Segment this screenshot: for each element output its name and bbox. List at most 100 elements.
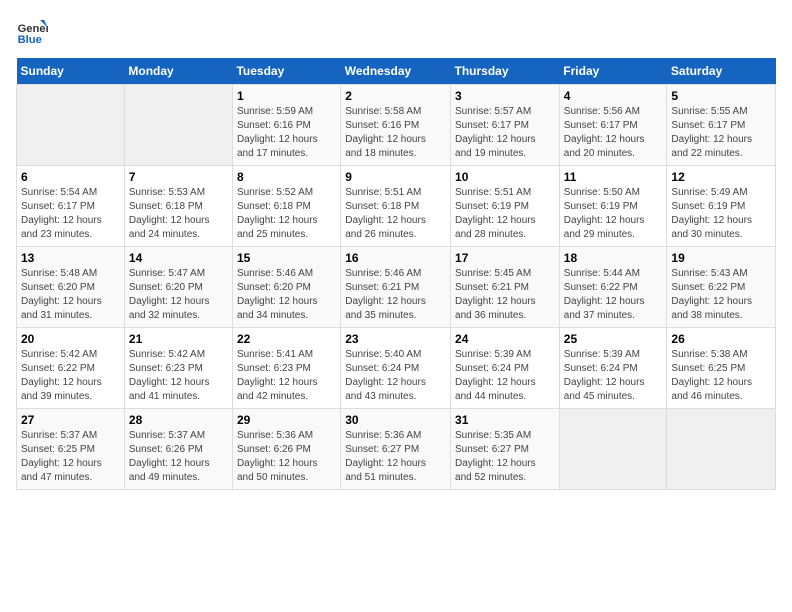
day-detail: Sunrise: 5:41 AM Sunset: 6:23 PM Dayligh… bbox=[237, 348, 336, 404]
day-detail: Sunrise: 5:37 AM Sunset: 6:26 PM Dayligh… bbox=[129, 429, 228, 485]
day-detail: Sunrise: 5:49 AM Sunset: 6:19 PM Dayligh… bbox=[671, 186, 771, 242]
calendar-cell: 26 Sunrise: 5:38 AM Sunset: 6:25 PM Dayli… bbox=[667, 328, 776, 409]
calendar-cell: 7 Sunrise: 5:53 AM Sunset: 6:18 PM Daylig… bbox=[124, 166, 232, 247]
calendar-cell: 11Sunrise: 5:50 AM Sunset: 6:19 PM Dayli… bbox=[559, 166, 667, 247]
day-number: 12 bbox=[671, 170, 771, 184]
calendar-cell: 25Sunrise: 5:39 AM Sunset: 6:24 PM Dayli… bbox=[559, 328, 667, 409]
day-number: 5 bbox=[671, 89, 771, 103]
calendar-week-2: 6 Sunrise: 5:54 AM Sunset: 6:17 PM Daylig… bbox=[17, 166, 776, 247]
calendar-cell: 15 Sunrise: 5:46 AM Sunset: 6:20 PM Dayli… bbox=[232, 247, 340, 328]
day-detail: Sunrise: 5:54 AM Sunset: 6:17 PM Dayligh… bbox=[21, 186, 120, 242]
svg-text:Blue: Blue bbox=[18, 34, 42, 46]
day-number: 20 bbox=[21, 332, 120, 346]
weekday-header-sunday: Sunday bbox=[17, 58, 125, 85]
day-number: 4 bbox=[564, 89, 663, 103]
calendar-cell: 14 Sunrise: 5:47 AM Sunset: 6:20 PM Dayli… bbox=[124, 247, 232, 328]
day-number: 1 bbox=[237, 89, 336, 103]
day-detail: Sunrise: 5:53 AM Sunset: 6:18 PM Dayligh… bbox=[129, 186, 228, 242]
calendar-cell: 10 Sunrise: 5:51 AM Sunset: 6:19 PM Dayli… bbox=[451, 166, 560, 247]
day-number: 27 bbox=[21, 413, 120, 427]
day-detail: Sunrise: 5:35 AM Sunset: 6:27 PM Dayligh… bbox=[455, 429, 555, 485]
day-detail: Sunrise: 5:48 AM Sunset: 6:20 PM Dayligh… bbox=[21, 267, 120, 323]
calendar-cell: 19 Sunrise: 5:43 AM Sunset: 6:22 PM Dayli… bbox=[667, 247, 776, 328]
calendar-cell: 3 Sunrise: 5:57 AM Sunset: 6:17 PM Daylig… bbox=[451, 85, 560, 166]
weekday-header-friday: Friday bbox=[559, 58, 667, 85]
day-detail: Sunrise: 5:36 AM Sunset: 6:27 PM Dayligh… bbox=[345, 429, 446, 485]
day-detail: Sunrise: 5:52 AM Sunset: 6:18 PM Dayligh… bbox=[237, 186, 336, 242]
calendar-cell: 21 Sunrise: 5:42 AM Sunset: 6:23 PM Dayli… bbox=[124, 328, 232, 409]
weekday-header-tuesday: Tuesday bbox=[232, 58, 340, 85]
calendar-cell: 6 Sunrise: 5:54 AM Sunset: 6:17 PM Daylig… bbox=[17, 166, 125, 247]
day-number: 14 bbox=[129, 251, 228, 265]
calendar-header-row: SundayMondayTuesdayWednesdayThursdayFrid… bbox=[17, 58, 776, 85]
calendar-week-1: 1 Sunrise: 5:59 AM Sunset: 6:16 PM Daylig… bbox=[17, 85, 776, 166]
calendar-cell: 28Sunrise: 5:37 AM Sunset: 6:26 PM Dayli… bbox=[124, 409, 232, 490]
day-detail: Sunrise: 5:58 AM Sunset: 6:16 PM Dayligh… bbox=[345, 105, 446, 161]
calendar-table: SundayMondayTuesdayWednesdayThursdayFrid… bbox=[16, 58, 776, 490]
logo: General Blue bbox=[16, 16, 52, 48]
day-detail: Sunrise: 5:47 AM Sunset: 6:20 PM Dayligh… bbox=[129, 267, 228, 323]
calendar-cell: 13 Sunrise: 5:48 AM Sunset: 6:20 PM Dayli… bbox=[17, 247, 125, 328]
calendar-cell bbox=[17, 85, 125, 166]
day-number: 25 bbox=[564, 332, 663, 346]
calendar-cell: 22 Sunrise: 5:41 AM Sunset: 6:23 PM Dayli… bbox=[232, 328, 340, 409]
day-detail: Sunrise: 5:44 AM Sunset: 6:22 PM Dayligh… bbox=[564, 267, 663, 323]
calendar-cell: 8 Sunrise: 5:52 AM Sunset: 6:18 PM Daylig… bbox=[232, 166, 340, 247]
weekday-header-saturday: Saturday bbox=[667, 58, 776, 85]
calendar-cell bbox=[667, 409, 776, 490]
calendar-cell: 31Sunrise: 5:35 AM Sunset: 6:27 PM Dayli… bbox=[451, 409, 560, 490]
day-detail: Sunrise: 5:55 AM Sunset: 6:17 PM Dayligh… bbox=[671, 105, 771, 161]
calendar-cell: 4 Sunrise: 5:56 AM Sunset: 6:17 PM Daylig… bbox=[559, 85, 667, 166]
day-number: 19 bbox=[671, 251, 771, 265]
day-number: 15 bbox=[237, 251, 336, 265]
day-number: 8 bbox=[237, 170, 336, 184]
calendar-cell: 20 Sunrise: 5:42 AM Sunset: 6:22 PM Dayli… bbox=[17, 328, 125, 409]
day-number: 13 bbox=[21, 251, 120, 265]
calendar-cell: 23Sunrise: 5:40 AM Sunset: 6:24 PM Dayli… bbox=[341, 328, 451, 409]
calendar-cell bbox=[124, 85, 232, 166]
day-detail: Sunrise: 5:42 AM Sunset: 6:22 PM Dayligh… bbox=[21, 348, 120, 404]
day-number: 21 bbox=[129, 332, 228, 346]
day-detail: Sunrise: 5:50 AM Sunset: 6:19 PM Dayligh… bbox=[564, 186, 663, 242]
calendar-cell: 27 Sunrise: 5:37 AM Sunset: 6:25 PM Dayli… bbox=[17, 409, 125, 490]
day-number: 29 bbox=[237, 413, 336, 427]
calendar-cell: 12 Sunrise: 5:49 AM Sunset: 6:19 PM Dayli… bbox=[667, 166, 776, 247]
calendar-cell: 30Sunrise: 5:36 AM Sunset: 6:27 PM Dayli… bbox=[341, 409, 451, 490]
day-detail: Sunrise: 5:45 AM Sunset: 6:21 PM Dayligh… bbox=[455, 267, 555, 323]
day-detail: Sunrise: 5:56 AM Sunset: 6:17 PM Dayligh… bbox=[564, 105, 663, 161]
day-number: 7 bbox=[129, 170, 228, 184]
day-number: 10 bbox=[455, 170, 555, 184]
calendar-body: 1 Sunrise: 5:59 AM Sunset: 6:16 PM Daylig… bbox=[17, 85, 776, 490]
day-detail: Sunrise: 5:51 AM Sunset: 6:19 PM Dayligh… bbox=[455, 186, 555, 242]
svg-text:General: General bbox=[18, 23, 48, 35]
calendar-cell: 1 Sunrise: 5:59 AM Sunset: 6:16 PM Daylig… bbox=[232, 85, 340, 166]
day-detail: Sunrise: 5:36 AM Sunset: 6:26 PM Dayligh… bbox=[237, 429, 336, 485]
calendar-cell: 18Sunrise: 5:44 AM Sunset: 6:22 PM Dayli… bbox=[559, 247, 667, 328]
weekday-header-monday: Monday bbox=[124, 58, 232, 85]
calendar-cell: 5 Sunrise: 5:55 AM Sunset: 6:17 PM Daylig… bbox=[667, 85, 776, 166]
day-number: 24 bbox=[455, 332, 555, 346]
calendar-cell: 17 Sunrise: 5:45 AM Sunset: 6:21 PM Dayli… bbox=[451, 247, 560, 328]
day-detail: Sunrise: 5:57 AM Sunset: 6:17 PM Dayligh… bbox=[455, 105, 555, 161]
day-detail: Sunrise: 5:46 AM Sunset: 6:21 PM Dayligh… bbox=[345, 267, 446, 323]
day-detail: Sunrise: 5:39 AM Sunset: 6:24 PM Dayligh… bbox=[455, 348, 555, 404]
day-detail: Sunrise: 5:46 AM Sunset: 6:20 PM Dayligh… bbox=[237, 267, 336, 323]
calendar-cell: 29 Sunrise: 5:36 AM Sunset: 6:26 PM Dayli… bbox=[232, 409, 340, 490]
day-number: 9 bbox=[345, 170, 446, 184]
weekday-header-wednesday: Wednesday bbox=[341, 58, 451, 85]
day-detail: Sunrise: 5:38 AM Sunset: 6:25 PM Dayligh… bbox=[671, 348, 771, 404]
day-number: 3 bbox=[455, 89, 555, 103]
day-detail: Sunrise: 5:59 AM Sunset: 6:16 PM Dayligh… bbox=[237, 105, 336, 161]
page-header: General Blue bbox=[16, 16, 776, 48]
day-number: 22 bbox=[237, 332, 336, 346]
day-detail: Sunrise: 5:42 AM Sunset: 6:23 PM Dayligh… bbox=[129, 348, 228, 404]
day-number: 17 bbox=[455, 251, 555, 265]
calendar-week-3: 13 Sunrise: 5:48 AM Sunset: 6:20 PM Dayli… bbox=[17, 247, 776, 328]
day-number: 6 bbox=[21, 170, 120, 184]
calendar-cell: 24 Sunrise: 5:39 AM Sunset: 6:24 PM Dayli… bbox=[451, 328, 560, 409]
calendar-week-4: 20 Sunrise: 5:42 AM Sunset: 6:22 PM Dayli… bbox=[17, 328, 776, 409]
day-number: 2 bbox=[345, 89, 446, 103]
day-number: 26 bbox=[671, 332, 771, 346]
day-detail: Sunrise: 5:43 AM Sunset: 6:22 PM Dayligh… bbox=[671, 267, 771, 323]
day-detail: Sunrise: 5:37 AM Sunset: 6:25 PM Dayligh… bbox=[21, 429, 120, 485]
